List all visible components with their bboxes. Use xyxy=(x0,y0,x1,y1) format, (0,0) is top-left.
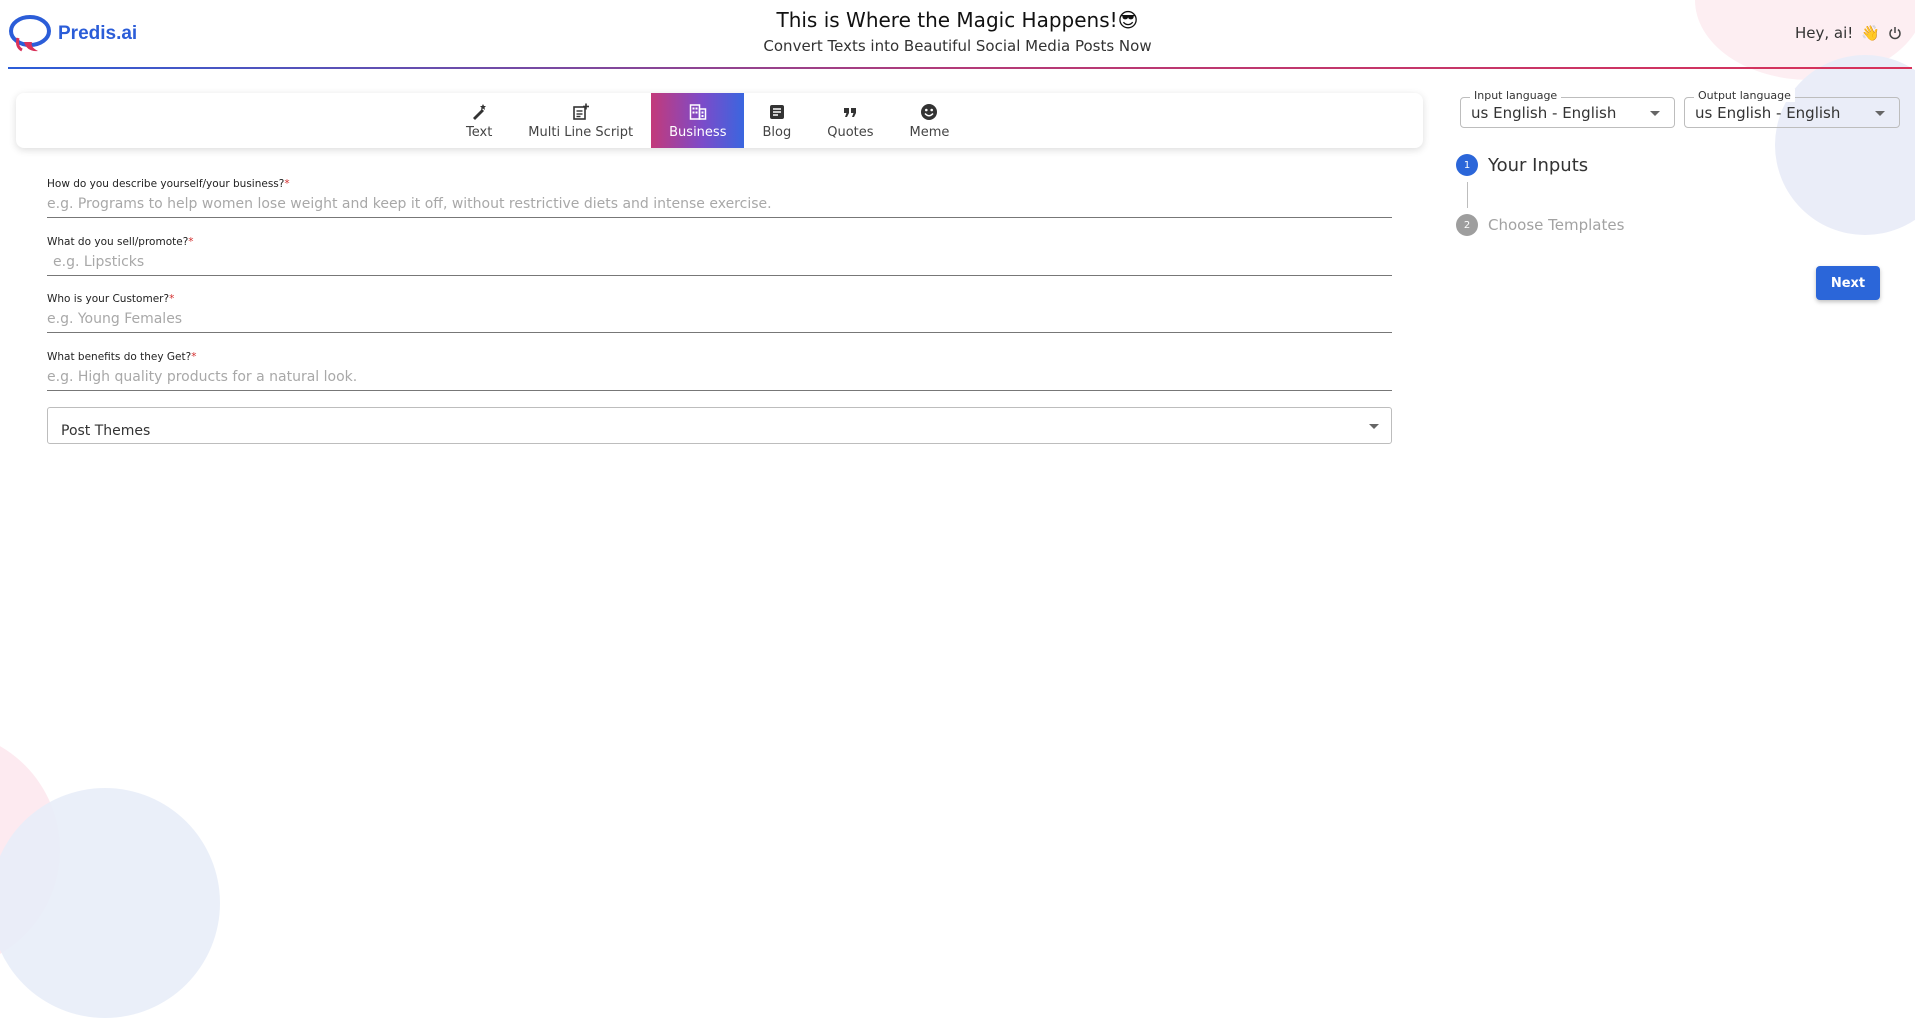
article-icon xyxy=(767,102,787,122)
tab-business[interactable]: Business xyxy=(651,93,745,148)
decor-circle-blue-top xyxy=(1775,55,1915,235)
business-description-input[interactable] xyxy=(47,190,1392,218)
post-add-icon xyxy=(571,102,591,122)
header: Predis.ai This is Where the Magic Happen… xyxy=(0,0,1915,69)
tab-multi-line-script-label: Multi Line Script xyxy=(528,124,634,140)
benefits-input[interactable] xyxy=(47,363,1392,391)
products-label: What do you sell/promote?* xyxy=(47,236,194,248)
sunglasses-emoji-icon: 😎 xyxy=(1117,8,1139,32)
field-business-description: How do you describe yourself/your busine… xyxy=(47,178,1392,218)
input-language-value: us English - English xyxy=(1471,104,1617,122)
customer-input[interactable] xyxy=(47,305,1392,333)
step-label: Your Inputs xyxy=(1488,154,1589,176)
content-type-tabs: Text Multi Line Script Business Blog Quo… xyxy=(16,93,1423,148)
magic-wand-icon xyxy=(469,102,489,122)
step-number: 1 xyxy=(1456,154,1478,176)
chevron-down-icon xyxy=(1369,424,1379,429)
products-input[interactable] xyxy=(47,248,1392,276)
step-connector xyxy=(1467,182,1468,208)
post-themes-label: Post Themes xyxy=(61,423,151,439)
tab-multi-line-script[interactable]: Multi Line Script xyxy=(510,93,651,148)
page-headline: This is Where the Magic Happens!😎 Conver… xyxy=(0,8,1915,55)
business-description-label: How do you describe yourself/your busine… xyxy=(47,178,290,190)
tab-text[interactable]: Text xyxy=(448,93,510,148)
tab-text-label: Text xyxy=(466,124,493,140)
input-language-select[interactable]: Input language us English - English xyxy=(1460,89,1675,128)
tab-quotes[interactable]: Quotes xyxy=(809,93,891,148)
field-products: What do you sell/promote?* xyxy=(47,236,1392,276)
power-icon[interactable] xyxy=(1888,26,1902,40)
business-form: How do you describe yourself/your busine… xyxy=(47,178,1392,444)
tab-blog-label: Blog xyxy=(762,124,792,140)
business-icon xyxy=(688,102,708,122)
tab-quotes-label: Quotes xyxy=(827,124,874,140)
wave-emoji-icon: 👋 xyxy=(1861,24,1880,42)
field-customer: Who is your Customer?* xyxy=(47,293,1392,333)
step-choose-templates: 2 Choose Templates xyxy=(1456,214,1624,236)
tab-meme[interactable]: Meme xyxy=(892,93,968,148)
next-button[interactable]: Next xyxy=(1816,266,1880,300)
step-number: 2 xyxy=(1456,214,1478,236)
header-divider xyxy=(8,67,1912,69)
step-label: Choose Templates xyxy=(1488,216,1625,234)
quote-icon xyxy=(840,102,860,122)
tab-business-label: Business xyxy=(669,124,727,140)
chevron-down-icon xyxy=(1650,111,1660,116)
chevron-down-icon xyxy=(1875,111,1885,116)
output-language-select[interactable]: Output language us English - English xyxy=(1684,89,1900,128)
benefits-label: What benefits do they Get?* xyxy=(47,351,197,363)
output-language-legend: Output language xyxy=(1694,89,1795,102)
title-text: This is Where the Magic Happens! xyxy=(776,8,1118,32)
tab-meme-label: Meme xyxy=(909,124,950,140)
customer-label: Who is your Customer?* xyxy=(47,293,175,305)
decor-circle-blue xyxy=(0,788,220,1018)
page-title: This is Where the Magic Happens!😎 xyxy=(0,8,1915,32)
page-subtitle: Convert Texts into Beautiful Social Medi… xyxy=(763,37,1152,55)
greeting-text: Hey, ai! xyxy=(1795,24,1854,42)
step-your-inputs: 1 Your Inputs xyxy=(1456,154,1624,176)
field-benefits: What benefits do they Get?* xyxy=(47,351,1392,391)
progress-stepper: 1 Your Inputs 2 Choose Templates xyxy=(1456,154,1624,236)
tab-blog[interactable]: Blog xyxy=(744,93,809,148)
decor-circle-pink xyxy=(0,730,60,970)
output-language-value: us English - English xyxy=(1695,104,1841,122)
post-themes-select[interactable]: Post Themes xyxy=(47,407,1392,444)
input-language-legend: Input language xyxy=(1470,89,1562,102)
user-greeting: Hey, ai! 👋 xyxy=(1795,24,1902,42)
smiley-icon xyxy=(919,102,939,122)
